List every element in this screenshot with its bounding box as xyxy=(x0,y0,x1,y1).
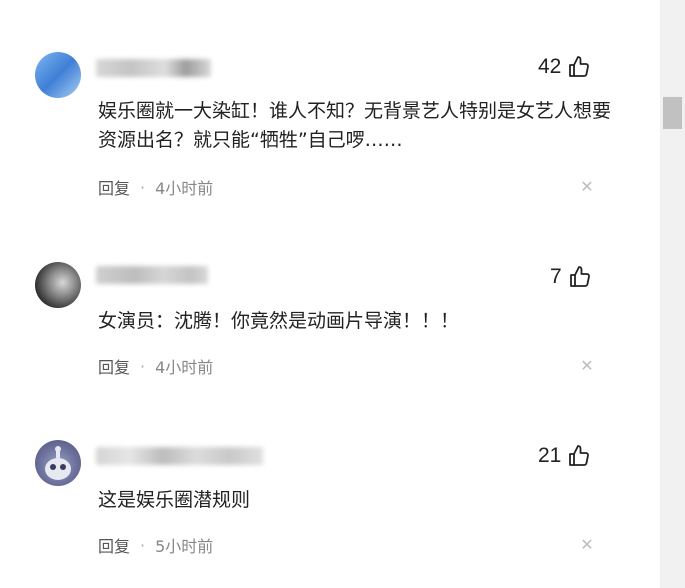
like-button[interactable]: 42 xyxy=(538,55,591,79)
scrollbar-thumb[interactable] xyxy=(663,97,682,129)
username-blurred[interactable] xyxy=(96,266,208,284)
comment-meta: 回复 · 4小时前 xyxy=(98,354,213,378)
meta-separator: · xyxy=(140,356,146,376)
comment-text: 娱乐圈就一大染缸！谁人不知？无背景艺人特别是女艺人想要资源出名？就只能“牺牲”自… xyxy=(98,100,612,151)
user-avatar[interactable] xyxy=(35,52,81,98)
comment-time: 4小时前 xyxy=(155,179,214,198)
scrollbar-track[interactable] xyxy=(660,0,685,588)
like-count: 42 xyxy=(538,55,562,78)
comment-time: 4小时前 xyxy=(155,358,214,377)
close-icon[interactable]: ✕ xyxy=(579,179,595,195)
meta-separator: · xyxy=(140,535,146,555)
comment-text: 这是娱乐圈潜规则 xyxy=(98,489,251,511)
comment-time: 5小时前 xyxy=(155,537,214,556)
comment-meta: 回复 · 5小时前 xyxy=(98,533,213,557)
thumbs-up-icon[interactable] xyxy=(567,444,591,468)
username-blurred[interactable] xyxy=(96,447,263,465)
comment-meta: 回复 · 4小时前 xyxy=(98,175,213,199)
thumbs-up-icon[interactable] xyxy=(567,55,591,79)
comment-text: 女演员：沈腾！你竟然是动画片导演！！！ xyxy=(98,310,460,332)
thumbs-up-icon[interactable] xyxy=(568,265,592,289)
close-icon[interactable]: ✕ xyxy=(579,358,595,374)
avatar-illustration xyxy=(45,446,71,480)
reply-button[interactable]: 回复 xyxy=(98,354,130,378)
reply-button[interactable]: 回复 xyxy=(98,533,130,557)
like-count: 7 xyxy=(550,265,562,288)
close-icon[interactable]: ✕ xyxy=(579,537,595,553)
reply-button[interactable]: 回复 xyxy=(98,175,130,199)
like-count: 21 xyxy=(538,444,562,467)
user-avatar[interactable] xyxy=(35,440,81,486)
like-button[interactable]: 21 xyxy=(538,444,591,468)
username-blurred[interactable] xyxy=(96,59,211,77)
meta-separator: · xyxy=(140,177,146,197)
user-avatar[interactable] xyxy=(35,262,81,308)
like-button[interactable]: 7 xyxy=(550,265,592,289)
